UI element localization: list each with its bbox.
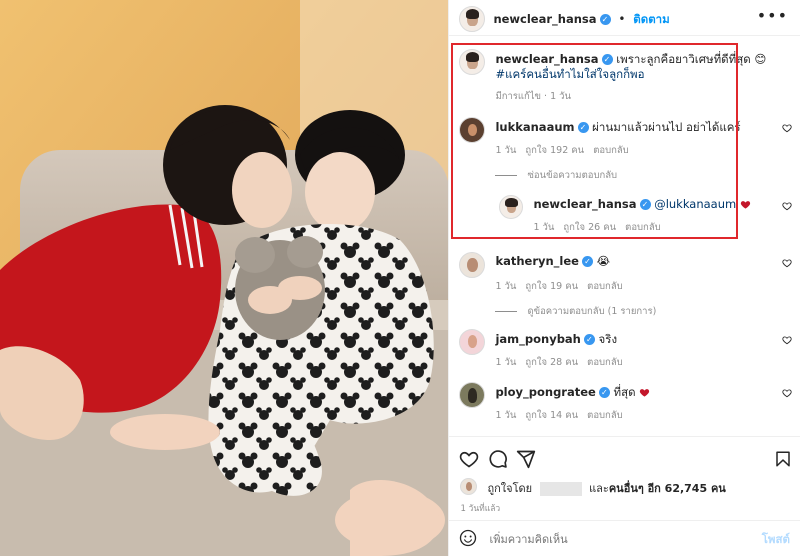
caption-text: เพราะลูกคือยาวิเศษที่ดีที่สุด bbox=[616, 52, 751, 66]
comment-meta: 1 วัน ถูกใจ 28 คน ตอบกลับ bbox=[495, 355, 622, 370]
comment-icon[interactable] bbox=[488, 449, 508, 469]
post-photo-illustration bbox=[0, 0, 449, 556]
comment-1: lukkanaaum ✓ ผ่านมาแล้วผ่านไป อย่าได้แคร์ bbox=[495, 119, 740, 137]
comment-time: 1 วัน bbox=[495, 410, 517, 421]
hide-replies-toggle[interactable]: ซ่อนข้อความตอบกลับ bbox=[495, 168, 617, 183]
reply-button[interactable]: ตอบกลับ bbox=[587, 357, 623, 368]
comment-time: 1 วัน bbox=[495, 357, 517, 368]
caption-hashtag[interactable]: #แคร์คนอื่นทำไมใส่ใจลูกก็พอ bbox=[495, 67, 644, 81]
verified-badge-icon: ✓ bbox=[583, 334, 595, 345]
likes-others[interactable]: คนอื่นๆ อีก 62,745 คน bbox=[609, 482, 726, 495]
reply-likes[interactable]: ถูกใจ 26 คน bbox=[563, 222, 616, 233]
comment-meta: 1 วัน ถูกใจ 19 คน ตอบกลับ bbox=[495, 279, 622, 294]
reply-meta: 1 วัน ถูกใจ 26 คน ตอบกลับ bbox=[533, 220, 660, 235]
reply-mention[interactable]: @lukkanaaum bbox=[654, 197, 736, 211]
likes-middle: และ bbox=[589, 482, 609, 495]
posted-time[interactable]: 1 วันที่แล้ว bbox=[460, 501, 500, 515]
comment-likes[interactable]: ถูกใจ 192 คน bbox=[525, 145, 584, 156]
more-horizontal-icon[interactable]: ••• bbox=[757, 6, 788, 25]
comment-username[interactable]: lukkanaaum bbox=[495, 120, 574, 134]
view-replies-label: ดูข้อความตอบกลับ (1 รายการ) bbox=[527, 306, 657, 317]
heart-icon[interactable] bbox=[459, 449, 479, 469]
comment-username[interactable]: ploy_pongratee bbox=[495, 385, 595, 399]
comment-text: ผ่านมาแล้วผ่านไป อย่าได้แคร์ bbox=[592, 120, 741, 134]
comment-input[interactable] bbox=[487, 530, 742, 548]
verified-badge-icon: ✓ bbox=[577, 122, 589, 133]
replies-divider bbox=[495, 311, 518, 312]
post-comment-button[interactable]: โพสต์ bbox=[762, 531, 790, 549]
caption: newclear_hansa ✓ เพราะลูกคือยาวิเศษที่ดีท… bbox=[495, 52, 775, 82]
comment-like-heart-icon[interactable] bbox=[782, 258, 792, 268]
likes-prefix: ถูกใจโดย bbox=[487, 482, 533, 495]
comment-emoji: 😭 bbox=[596, 254, 611, 268]
comment-4: ploy_pongratee ✓ ที่สุด bbox=[495, 384, 650, 402]
verified-badge-icon: ✓ bbox=[601, 54, 613, 65]
comment-username[interactable]: jam_ponybah bbox=[495, 332, 580, 346]
share-icon[interactable] bbox=[516, 449, 536, 469]
reply-button[interactable]: ตอบกลับ bbox=[593, 145, 629, 156]
author-avatar[interactable] bbox=[459, 6, 486, 32]
post-header: newclear_hansa ✓ • ติดตาม bbox=[493, 11, 669, 29]
header-separator: • bbox=[618, 12, 626, 26]
comment-meta: 1 วัน ถูกใจ 192 คน ตอบกลับ bbox=[495, 143, 628, 158]
commenter-avatar[interactable] bbox=[459, 329, 486, 355]
replies-divider bbox=[495, 175, 518, 176]
reply-time: 1 วัน bbox=[533, 222, 555, 233]
view-replies-toggle[interactable]: ดูข้อความตอบกลับ (1 รายการ) bbox=[495, 304, 656, 319]
caption-meta: มีการแก้ไข · 1 วัน bbox=[495, 91, 571, 102]
reply-comment: newclear_hansa ✓ @lukkanaaum bbox=[533, 197, 750, 211]
post-photo bbox=[0, 0, 449, 556]
caption-username[interactable]: newclear_hansa bbox=[495, 52, 598, 66]
hide-replies-label: ซ่อนข้อความตอบกลับ bbox=[527, 170, 618, 181]
author-username[interactable]: newclear_hansa bbox=[493, 12, 596, 26]
red-heart-icon bbox=[640, 389, 650, 397]
action-divider bbox=[449, 436, 800, 437]
reply-username[interactable]: newclear_hansa bbox=[533, 197, 636, 211]
comment-box-divider bbox=[449, 520, 800, 521]
comment-likes[interactable]: ถูกใจ 19 คน bbox=[525, 281, 578, 292]
caption-emoji: 😊 bbox=[754, 52, 767, 66]
likes-summary: ถูกใจโดย และคนอื่นๆ อีก 62,745 คน bbox=[487, 479, 726, 497]
comment-time: 1 วัน bbox=[495, 145, 517, 156]
verified-badge-icon: ✓ bbox=[598, 387, 610, 398]
bookmark-icon[interactable] bbox=[774, 449, 792, 469]
comment-like-heart-icon[interactable] bbox=[782, 201, 792, 211]
commenter-avatar[interactable] bbox=[459, 382, 486, 408]
commenter-avatar[interactable] bbox=[459, 252, 486, 278]
verified-badge-icon: ✓ bbox=[599, 14, 611, 25]
comment-2: katheryn_lee ✓ 😭 bbox=[495, 254, 610, 268]
liker-avatar[interactable] bbox=[460, 478, 478, 495]
post-panel: newclear_hansa ✓ • ติดตาม ••• newclear_ha… bbox=[448, 0, 800, 556]
reply-avatar[interactable] bbox=[499, 195, 524, 219]
red-heart-icon bbox=[740, 201, 750, 209]
comment-meta: 1 วัน ถูกใจ 14 คน ตอบกลับ bbox=[495, 408, 622, 423]
blurred-username bbox=[539, 482, 582, 496]
verified-badge-icon: ✓ bbox=[639, 199, 651, 210]
comment-time: 1 วัน bbox=[495, 281, 517, 292]
comment-likes[interactable]: ถูกใจ 28 คน bbox=[525, 357, 578, 368]
comment-username[interactable]: katheryn_lee bbox=[495, 254, 579, 268]
comment-like-heart-icon[interactable] bbox=[782, 335, 792, 345]
comment-text: ที่สุด bbox=[613, 385, 636, 399]
reply-button[interactable]: ตอบกลับ bbox=[587, 281, 623, 292]
comment-like-heart-icon[interactable] bbox=[782, 123, 792, 133]
comment-3: jam_ponybah ✓ จริง bbox=[495, 331, 617, 349]
comment-text: จริง bbox=[598, 332, 618, 346]
reply-button[interactable]: ตอบกลับ bbox=[625, 222, 661, 233]
comment-likes[interactable]: ถูกใจ 14 คน bbox=[525, 410, 578, 421]
reply-button[interactable]: ตอบกลับ bbox=[587, 410, 623, 421]
verified-badge-icon: ✓ bbox=[581, 256, 593, 267]
caption-avatar[interactable] bbox=[459, 49, 486, 75]
commenter-avatar[interactable] bbox=[459, 117, 486, 143]
follow-button[interactable]: ติดตาม bbox=[633, 12, 669, 26]
smiley-icon[interactable] bbox=[459, 529, 477, 547]
header-divider bbox=[449, 35, 800, 36]
comment-like-heart-icon[interactable] bbox=[782, 388, 792, 398]
